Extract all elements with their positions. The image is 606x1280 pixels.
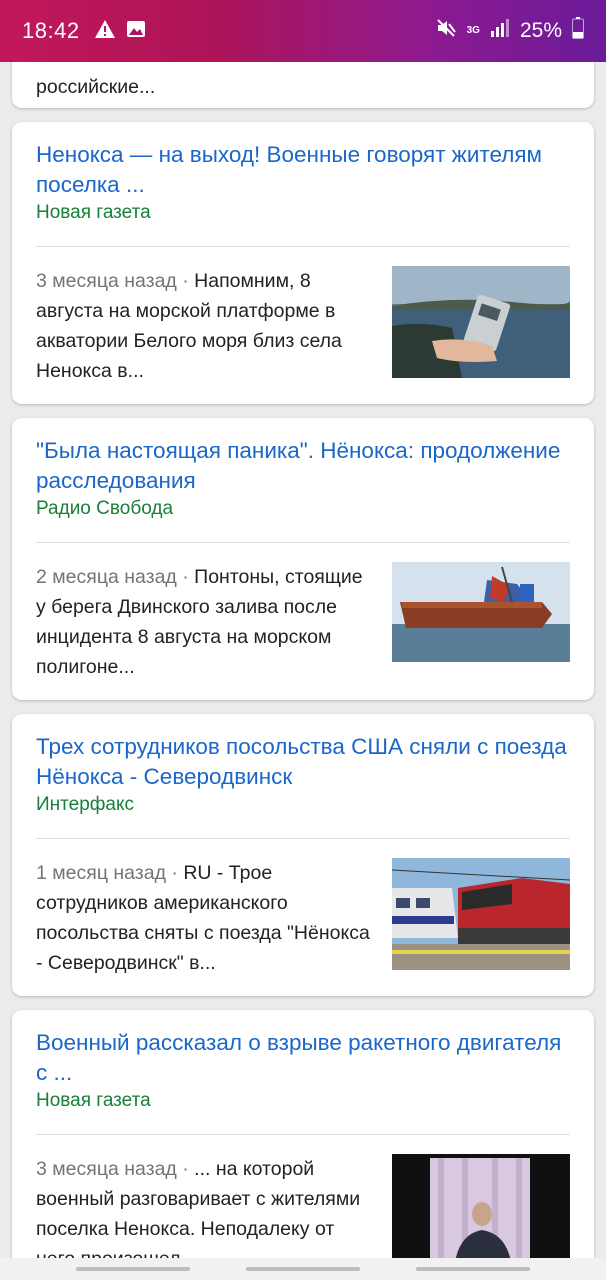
nav-back-handle[interactable]	[416, 1267, 530, 1271]
network-type: 3G	[466, 25, 480, 36]
article-time: 3 месяца назад	[36, 1158, 177, 1180]
news-card[interactable]: Военный рассказал о взрыве ракетного дви…	[12, 1010, 594, 1258]
news-card-partial[interactable]: российские...	[12, 62, 594, 108]
divider	[36, 246, 570, 247]
mute-icon	[435, 17, 457, 45]
article-time: 2 месяца назад	[36, 566, 177, 588]
news-card[interactable]: Трех сотрудников посольства США сняли с …	[12, 714, 594, 996]
warning-icon	[94, 19, 116, 44]
results-feed[interactable]: российские... Ненокса — на выход! Военны…	[0, 62, 606, 1258]
news-card[interactable]: "Была настоящая паника". Нёнокса: продол…	[12, 418, 594, 700]
divider	[36, 1134, 570, 1135]
article-title-link[interactable]: Военный рассказал о взрыве ракетного дви…	[36, 1028, 574, 1088]
article-snippet: 2 месяца назад · Понтоны, стоящие у бере…	[36, 566, 363, 678]
status-time: 18:42	[22, 18, 80, 43]
nav-home-handle[interactable]	[246, 1267, 360, 1271]
article-title-link[interactable]: Трех сотрудников посольства США сняли с …	[36, 732, 574, 792]
navigation-bar	[0, 1258, 606, 1280]
article-snippet: 1 месяц назад · RU - Трое сотрудников ам…	[36, 862, 370, 974]
status-bar: 18:42 3G 25%	[0, 0, 606, 62]
card-snippet: российские...	[36, 76, 156, 98]
news-card[interactable]: Ненокса — на выход! Военные говорят жите…	[12, 122, 594, 404]
article-time: 1 месяц назад	[36, 862, 166, 884]
article-title-link[interactable]: "Была настоящая паника". Нёнокса: продол…	[36, 436, 574, 496]
article-thumbnail[interactable]	[392, 266, 570, 378]
divider	[36, 542, 570, 543]
battery-percent: 25%	[519, 19, 562, 42]
battery-icon	[572, 17, 584, 45]
article-source: Новая газета	[36, 1090, 151, 1111]
article-time: 3 месяца назад	[36, 270, 177, 292]
image-icon	[126, 20, 146, 43]
divider	[36, 838, 570, 839]
article-source: Радио Свобода	[36, 498, 174, 519]
article-source: Интерфакс	[36, 794, 134, 815]
signal-icon	[490, 19, 510, 43]
article-thumbnail[interactable]	[392, 1154, 570, 1258]
article-thumbnail[interactable]	[392, 562, 570, 674]
article-snippet: 3 месяца назад · ... на которой военный …	[36, 1154, 372, 1258]
article-title-link[interactable]: Ненокса — на выход! Военные говорят жите…	[36, 140, 574, 200]
article-source: Новая газета	[36, 202, 151, 223]
article-thumbnail[interactable]	[392, 858, 570, 970]
article-snippet: 3 месяца назад · Напомним, 8 августа на …	[36, 270, 342, 382]
nav-recent-handle[interactable]	[76, 1267, 190, 1271]
